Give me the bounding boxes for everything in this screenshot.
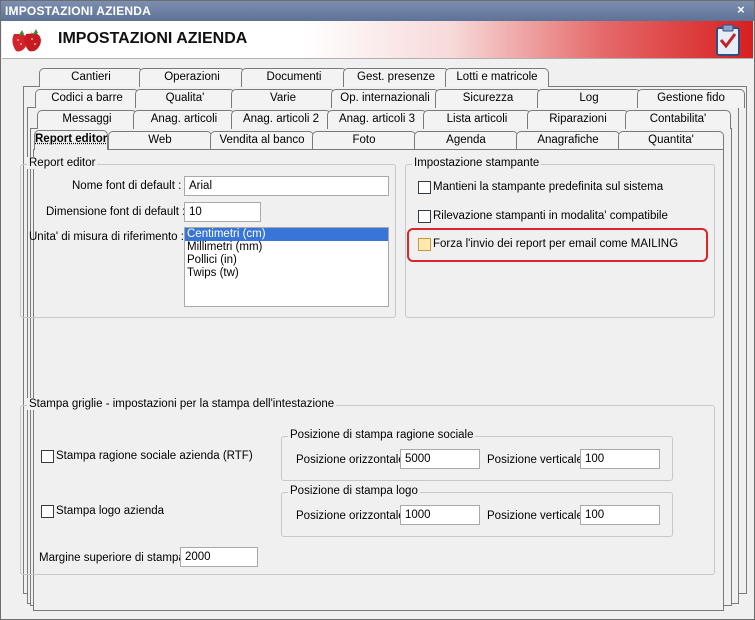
unit-option[interactable]: Pollici (in) (185, 254, 388, 267)
grid-print-group-title: Stampa griglie - impostazioni per la sta… (27, 398, 337, 410)
tab-vendita-banco[interactable]: Vendita al banco (210, 131, 314, 150)
tab-riparazioni[interactable]: Riparazioni (527, 110, 629, 129)
font-label: Nome font di default : (72, 180, 182, 192)
force-mailing-checkbox[interactable] (418, 238, 431, 251)
tab-sicurezza[interactable]: Sicurezza (435, 89, 541, 108)
margin-input[interactable]: 2000 (180, 547, 258, 567)
company-v-input[interactable]: 100 (580, 449, 660, 469)
company-h-input[interactable]: 5000 (400, 449, 480, 469)
tab-varie[interactable]: Varie (231, 89, 335, 108)
tab-web[interactable]: Web (108, 131, 212, 150)
tab-anag-articoli[interactable]: Anag. articoli (133, 110, 235, 129)
compatible-mode-label[interactable]: Rilevazione stampanti in modalita' compa… (433, 210, 668, 222)
logo-position-title: Posizione di stampa logo (288, 485, 420, 497)
tab-anag-articoli-2[interactable]: Anag. articoli 2 (231, 110, 331, 129)
company-position-title: Posizione di stampa ragione sociale (288, 429, 476, 441)
logo-v-input[interactable]: 100 (580, 505, 660, 525)
clipboard-check-icon[interactable] (715, 24, 741, 56)
unit-label: Unita' di misura di riferimento : (29, 231, 184, 243)
unit-option[interactable]: Millimetri (mm) (185, 241, 388, 254)
window-title: IMPOSTAZIONI AZIENDA (5, 4, 151, 18)
font-size-input[interactable]: 10 (184, 202, 261, 222)
tab-gestione-fido[interactable]: Gestione fido (637, 89, 745, 108)
force-mailing-label[interactable]: Forza l'invio dei report per email come … (433, 238, 678, 250)
report-editor-group: Report editor Nome font di default : Ari… (20, 157, 396, 318)
tab-foto[interactable]: Foto (312, 131, 416, 150)
tab-documenti[interactable]: Documenti (241, 68, 347, 87)
tab-codici-barre[interactable]: Codici a barre (35, 89, 139, 108)
tab-anagrafiche[interactable]: Anagrafiche (516, 131, 620, 150)
margin-label: Margine superiore di stampa (39, 552, 185, 564)
tab-messaggi[interactable]: Messaggi (37, 110, 137, 129)
logo-v-label: Posizione verticale (487, 510, 583, 522)
font-input[interactable]: Arial (184, 176, 389, 196)
report-editor-group-title: Report editor (27, 157, 98, 169)
company-position-group: Posizione di stampa ragione sociale Posi… (281, 429, 673, 481)
tab-qualita[interactable]: Qualita' (135, 89, 235, 108)
strawberries-icon (12, 29, 41, 52)
logo-position-group: Posizione di stampa logo Posizione orizz… (281, 485, 673, 537)
tab-quantita[interactable]: Quantita' (618, 131, 724, 150)
unit-option[interactable]: Twips (tw) (185, 267, 388, 280)
tab-cantieri[interactable]: Cantieri (39, 68, 143, 87)
tab-agenda[interactable]: Agenda (414, 131, 518, 150)
company-v-label: Posizione verticale (487, 454, 583, 466)
tab-lista-articoli[interactable]: Lista articoli (423, 110, 531, 129)
tab-log[interactable]: Log (537, 89, 641, 108)
tab-operazioni[interactable]: Operazioni (139, 68, 245, 87)
settings-window: IMPOSTAZIONI AZIENDA × IMPOSTAZIONI AZIE… (0, 0, 755, 620)
tab-op-internazionali[interactable]: Op. internazionali (331, 89, 439, 108)
header-banner: IMPOSTAZIONI AZIENDA (2, 21, 753, 59)
compatible-mode-checkbox[interactable] (418, 210, 431, 223)
title-bar: IMPOSTAZIONI AZIENDA × (1, 1, 754, 21)
printer-group-title: Impostazione stampante (412, 157, 542, 169)
tab-lotti-matricole[interactable]: Lotti e matricole (445, 68, 549, 87)
keep-default-printer-checkbox[interactable] (418, 181, 431, 194)
page-title: IMPOSTAZIONI AZIENDA (58, 30, 248, 47)
logo-h-input[interactable]: 1000 (400, 505, 480, 525)
printer-group: Impostazione stampante Mantieni la stamp… (405, 157, 715, 318)
font-size-label: Dimensione font di default : (46, 206, 186, 218)
keep-default-printer-label[interactable]: Mantieni la stampante predefinita sul si… (433, 181, 663, 193)
grid-print-group: Stampa griglie - impostazioni per la sta… (20, 398, 715, 575)
print-logo-label[interactable]: Stampa logo azienda (56, 505, 164, 517)
unit-listbox[interactable]: Centimetri (cm) Millimetri (mm) Pollici … (184, 227, 389, 307)
print-company-name-label[interactable]: Stampa ragione sociale azienda (RTF) (56, 450, 253, 462)
unit-option[interactable]: Centimetri (cm) (185, 228, 388, 241)
company-h-label: Posizione orizzontale (296, 454, 405, 466)
print-company-name-checkbox[interactable] (41, 450, 54, 463)
tab-gest-presenze[interactable]: Gest. presenze (343, 68, 449, 87)
tab-report-editor[interactable]: Report editor (34, 130, 108, 150)
logo-h-label: Posizione orizzontale (296, 510, 405, 522)
tab-contabilita[interactable]: Contabilita' (625, 110, 731, 129)
print-logo-checkbox[interactable] (41, 505, 54, 518)
tab-anag-articoli-3[interactable]: Anag. articoli 3 (327, 110, 427, 129)
report-editor-panel: Report editor Nome font di default : Ari… (20, 149, 724, 611)
close-button[interactable]: × (734, 3, 748, 17)
